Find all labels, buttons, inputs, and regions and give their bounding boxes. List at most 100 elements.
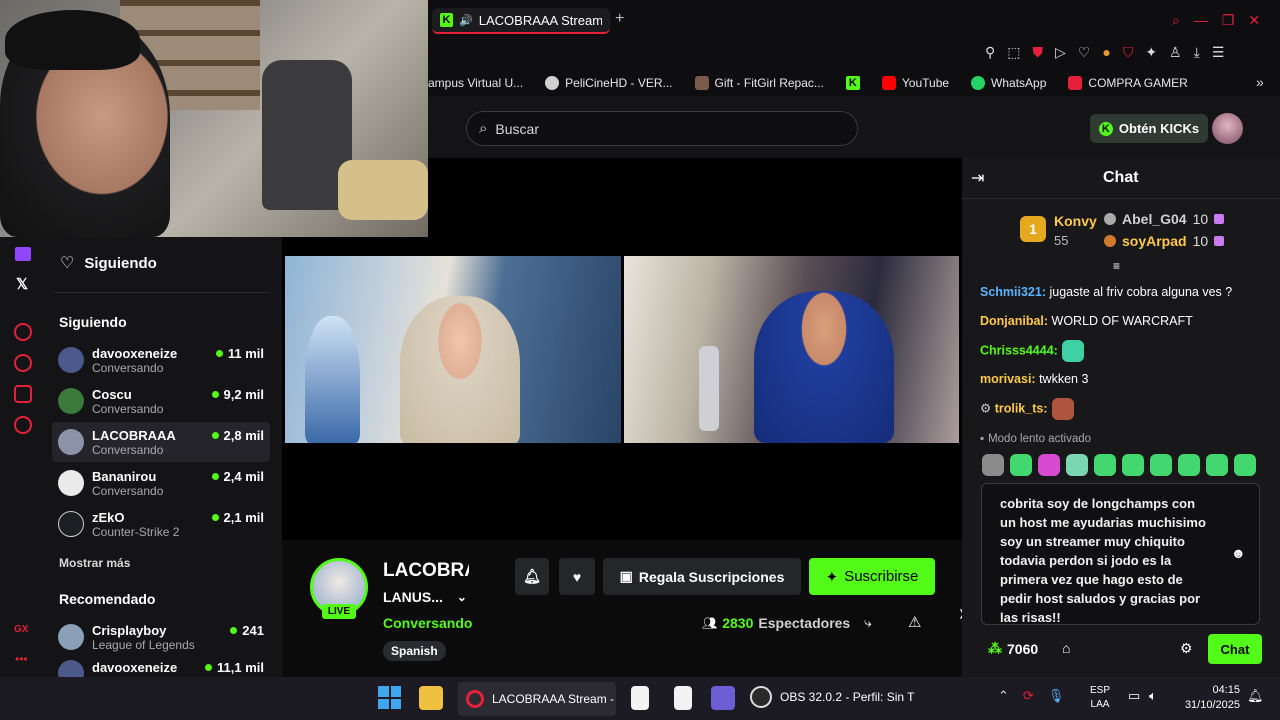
- settings-icon[interactable]: [14, 416, 32, 434]
- subscribe-button[interactable]: ✦ Suscribirse: [809, 558, 935, 595]
- sidebar-channel-item[interactable]: Crisplayboy League of Legends 241: [52, 617, 270, 657]
- sidebar-channel-item[interactable]: Coscu Conversando 9,2 mil: [52, 381, 270, 421]
- minimize-icon[interactable]: —: [1194, 12, 1208, 29]
- language-indicator[interactable]: ESP LAA: [1090, 684, 1110, 712]
- more-icon[interactable]: •••: [15, 652, 28, 666]
- leader-score: 55: [1054, 233, 1069, 248]
- close-icon[interactable]: ✕: [1248, 12, 1260, 29]
- chat-message: Chrisss4444:: [980, 340, 1084, 362]
- bookmark-kick[interactable]: K: [845, 76, 860, 90]
- user-avatar[interactable]: [1212, 113, 1243, 144]
- bookmark-youtube[interactable]: YouTube: [881, 76, 949, 90]
- kicks-icon: K: [1098, 121, 1113, 136]
- collapse-chat-icon[interactable]: ⇥: [971, 168, 984, 188]
- clock[interactable]: 04:15 31/10/2025: [1180, 683, 1240, 713]
- emote-icon[interactable]: [1234, 454, 1256, 476]
- twitch-icon[interactable]: [15, 247, 31, 261]
- sync-icon[interactable]: ⟳: [1023, 688, 1034, 704]
- sidebar-channel-item[interactable]: davooxeneize 11,1 mil: [52, 658, 270, 677]
- emote-icon[interactable]: [1206, 454, 1228, 476]
- get-kicks-button[interactable]: K Obtén KICKs: [1090, 114, 1208, 143]
- network-icon[interactable]: ▭: [1128, 688, 1140, 704]
- channel-points[interactable]: ⁂ 7060: [988, 640, 1038, 657]
- gift-subs-button[interactable]: ▣ Regala Suscripciones: [603, 558, 801, 595]
- emote-icon[interactable]: [982, 454, 1004, 476]
- file-explorer-icon[interactable]: [419, 686, 443, 710]
- pin-icon[interactable]: ⚲: [985, 44, 995, 61]
- section-title-following: Siguiendo: [59, 314, 127, 330]
- search-icon[interactable]: ⌕: [1172, 12, 1180, 29]
- taskbar-app-obs[interactable]: OBS 32.0.2 - Perfil: Sin T: [750, 686, 915, 708]
- browser-tab[interactable]: K 🔊 LACOBRAAA Stream -: [432, 8, 610, 34]
- toolbar-icons: ⚲ ⬚ ⛊ ▷ ♡ ● ⛉ ✦ ♙ ⤓ ☰: [985, 44, 1224, 61]
- play-icon[interactable]: ▷: [1055, 44, 1066, 61]
- extensions-icon[interactable]: [14, 385, 32, 403]
- more-bookmarks-icon[interactable]: »: [1256, 74, 1264, 90]
- language-tag[interactable]: Spanish: [383, 641, 446, 661]
- shield-icon[interactable]: ⛊: [1033, 44, 1044, 61]
- bookmark-compragamer[interactable]: COMPRA GAMER: [1068, 76, 1188, 90]
- report-icon[interactable]: ⚠: [908, 613, 921, 631]
- maximize-icon[interactable]: ❐: [1222, 12, 1235, 29]
- emote-icon[interactable]: [1066, 454, 1088, 476]
- emoji-icon[interactable]: ☻: [1231, 545, 1246, 561]
- microphone-icon[interactable]: 🎙︎: [1048, 688, 1065, 704]
- search-input[interactable]: ⌕ Buscar: [466, 111, 858, 146]
- leader-3: soyArpad 10: [1104, 233, 1225, 249]
- emote-icon[interactable]: [1122, 454, 1144, 476]
- notifications-button[interactable]: 🔔︎: [515, 558, 549, 595]
- document-icon[interactable]: [674, 686, 692, 710]
- emote-icon[interactable]: [1150, 454, 1172, 476]
- store-icon[interactable]: ⌂: [1062, 640, 1070, 656]
- expand-leaderboard-icon[interactable]: ≡: [1113, 259, 1120, 273]
- stream-category[interactable]: Conversando: [383, 615, 472, 631]
- emote-icon[interactable]: [1010, 454, 1032, 476]
- volume-icon[interactable]: 🔈︎: [1149, 688, 1157, 704]
- new-tab-button[interactable]: +: [615, 10, 624, 28]
- start-icon[interactable]: [378, 686, 401, 709]
- search-placeholder: Buscar: [495, 120, 539, 137]
- chat-settings-icon[interactable]: ⚙: [1180, 640, 1193, 657]
- ublock-icon[interactable]: ⛉: [1123, 44, 1134, 61]
- x-icon[interactable]: 𝕏: [16, 275, 28, 293]
- chat-input[interactable]: cobrita soy de longchamps con un host me…: [981, 483, 1260, 625]
- notifications-icon[interactable]: 🔔︎: [1247, 688, 1264, 704]
- bookmark[interactable]: PeliCineHD - VER...: [545, 76, 673, 90]
- clock-icon[interactable]: [14, 354, 32, 372]
- left-icon-rail: 𝕏 GX •••: [0, 237, 46, 677]
- gx-icon[interactable]: GX: [14, 624, 28, 635]
- history-icon[interactable]: [14, 323, 32, 341]
- chevron-up-icon[interactable]: ⌃: [998, 688, 1009, 704]
- chevron-down-icon[interactable]: ⌄: [457, 590, 467, 604]
- channel-name[interactable]: LACOBRA: [383, 560, 469, 582]
- heart-icon[interactable]: ♡: [1078, 44, 1091, 61]
- bookmark-whatsapp[interactable]: WhatsApp: [971, 76, 1046, 90]
- app-icon[interactable]: [711, 686, 735, 710]
- sidebar-channel-item[interactable]: Bananirou Conversando 2,4 mil: [52, 463, 270, 503]
- show-more-link[interactable]: Mostrar más: [59, 556, 130, 570]
- sidebar-channel-item[interactable]: davooxeneize Conversando 11 mil: [52, 340, 270, 380]
- document-icon[interactable]: [631, 686, 649, 710]
- follow-button[interactable]: ♥: [559, 558, 595, 595]
- share-icon[interactable]: ⤷: [864, 614, 872, 631]
- youtube-icon: [881, 76, 896, 90]
- chat-message: Schmii321: jugaste al friv cobra alguna …: [980, 285, 1233, 299]
- chat-send-button[interactable]: Chat: [1208, 634, 1262, 664]
- emote-icon[interactable]: [1178, 454, 1200, 476]
- profile-icon[interactable]: ♙: [1169, 44, 1182, 61]
- bookmark[interactable]: ampus Virtual U...: [428, 76, 523, 90]
- extension-icon[interactable]: ●: [1102, 44, 1110, 61]
- sidebar-channel-item[interactable]: zEkO Counter-Strike 2 2,1 mil: [52, 504, 270, 544]
- avatar: [58, 388, 84, 414]
- download-icon[interactable]: ⤓: [1194, 44, 1200, 61]
- emote-icon[interactable]: [1094, 454, 1116, 476]
- puzzle-icon[interactable]: ✦: [1145, 44, 1157, 61]
- taskbar-app-browser[interactable]: LACOBRAAA Stream - W: [458, 682, 616, 716]
- screenshot-icon[interactable]: ⬚: [1007, 44, 1020, 61]
- kick-favicon-icon: K: [440, 13, 454, 27]
- stream-title[interactable]: LANUS... ⌄: [383, 589, 467, 605]
- bookmark[interactable]: Gift - FitGirl Repac...: [694, 76, 824, 90]
- emote-icon[interactable]: [1038, 454, 1060, 476]
- menu-icon[interactable]: ☰: [1212, 44, 1225, 61]
- sidebar-channel-item-active[interactable]: LACOBRAAA Conversando 2,8 mil: [52, 422, 270, 462]
